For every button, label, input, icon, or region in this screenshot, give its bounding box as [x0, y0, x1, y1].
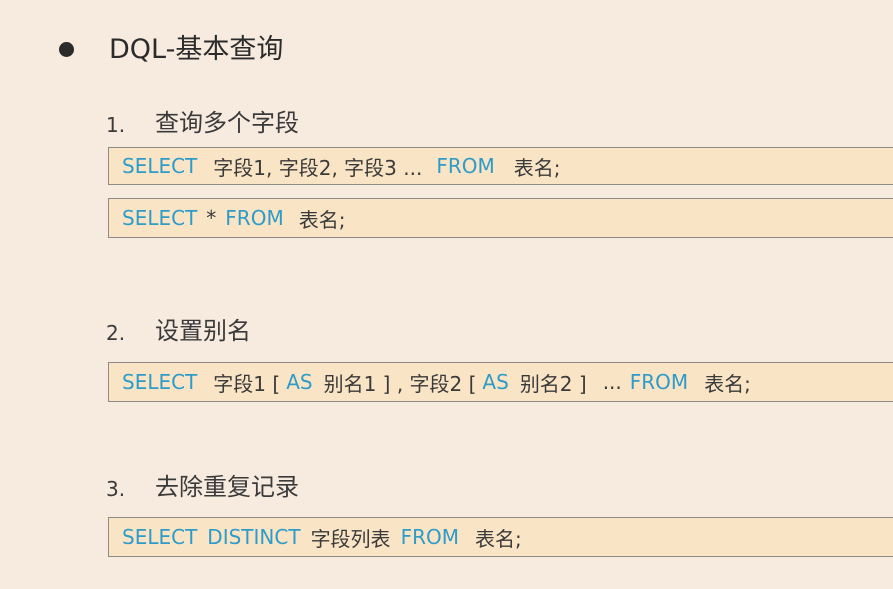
section-1-label: 查询多个字段 [155, 109, 299, 137]
code-box-select-all: SELECT * FROM 表名; [108, 198, 893, 238]
keyword-distinct: DISTINCT [207, 525, 301, 549]
keyword-select: SELECT [122, 154, 198, 178]
code-text-field-list: 字段列表 [310, 526, 391, 551]
keyword-select: SELECT [122, 370, 198, 394]
keyword-select: SELECT [122, 525, 198, 549]
code-text-table: 表名; [298, 207, 346, 232]
code-text-ellipsis: ... [602, 370, 622, 394]
bullet-dot-icon [59, 42, 74, 57]
section-3-number: 3. [106, 477, 126, 501]
slide-title: DQL-基本查询 [109, 34, 284, 65]
code-text-table: 表名; [704, 371, 751, 396]
code-box-distinct: SELECT DISTINCT 字段列表 FROM 表名; [108, 517, 893, 557]
code-box-alias: SELECT 字段1 [ AS 别名1 ] , 字段2 [ AS 别名2 ] .… [108, 362, 893, 402]
section-1-number: 1. [106, 113, 126, 137]
keyword-as: AS [286, 370, 313, 394]
code-text-alias1: 别名1 ] , 字段2 [ [323, 371, 477, 396]
keyword-from: FROM [629, 370, 689, 394]
code-text-table: 表名; [513, 155, 561, 180]
code-text-alias2: 别名2 ] [519, 371, 587, 396]
code-text-field1: 字段1 [ [213, 371, 281, 396]
keyword-from: FROM [400, 525, 459, 549]
keyword-from: FROM [436, 154, 495, 178]
keyword-as: AS [482, 370, 509, 394]
code-box-select-fields: SELECT 字段1, 字段2, 字段3 ... FROM 表名; [108, 147, 893, 185]
keyword-from: FROM [225, 206, 284, 230]
code-text-asterisk: * [206, 206, 217, 230]
section-2-number: 2. [106, 321, 126, 345]
section-3-label: 去除重复记录 [155, 473, 299, 501]
code-text-fields: 字段1, 字段2, 字段3 ... [213, 155, 423, 180]
section-2-label: 设置别名 [155, 317, 251, 345]
code-text-table: 表名; [474, 526, 522, 551]
keyword-select: SELECT [122, 206, 198, 230]
